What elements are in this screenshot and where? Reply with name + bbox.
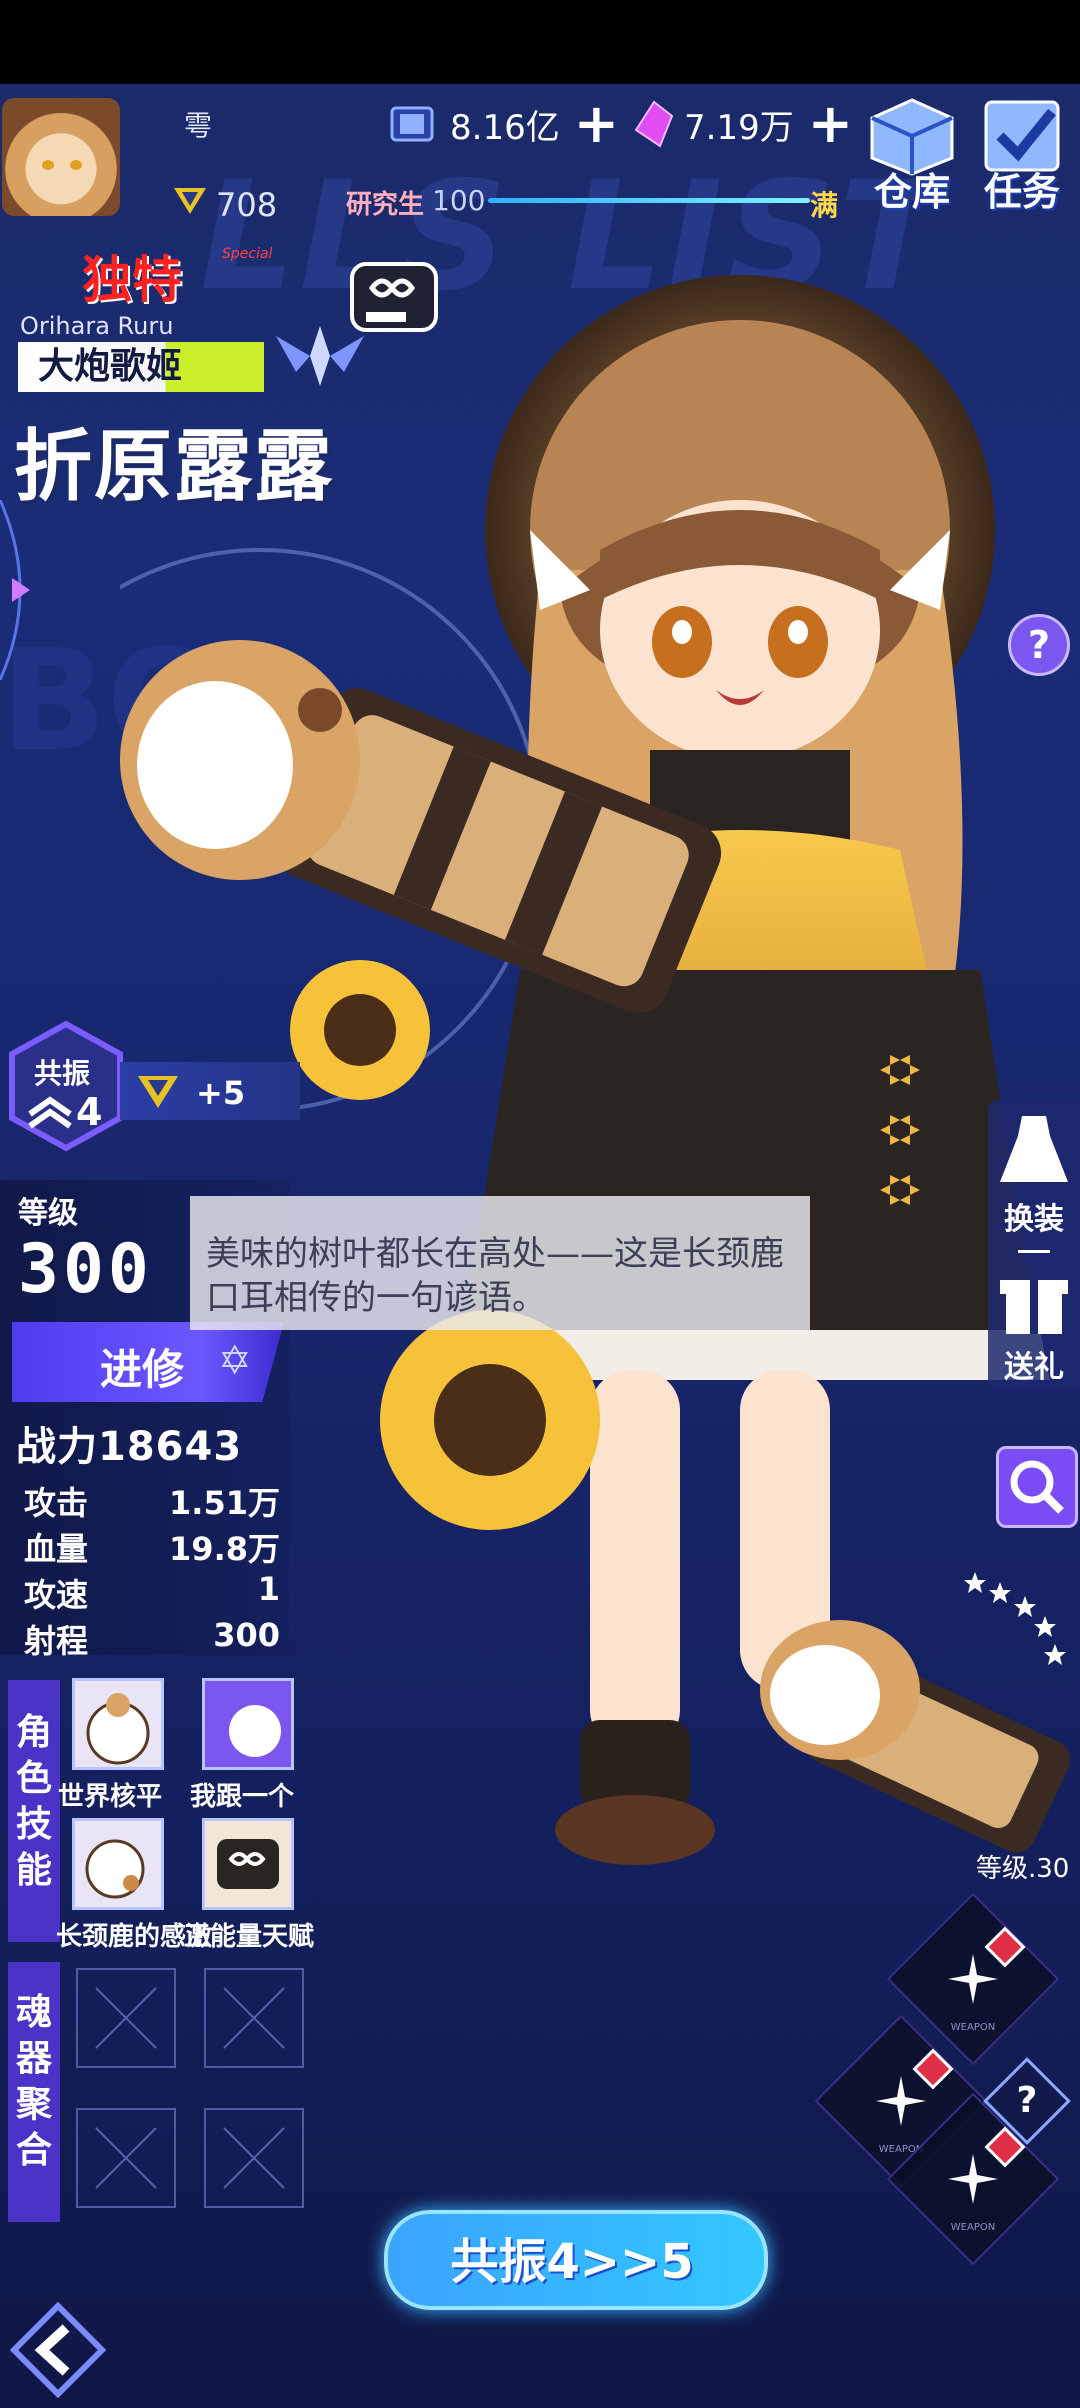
side-expand-arrow-icon[interactable] [0, 500, 40, 680]
power-value: 18643 [98, 1424, 243, 1470]
crystal-value: 7.19万 [684, 107, 794, 148]
player-level-icon [174, 188, 206, 214]
giraffe-dash-icon [205, 1681, 291, 1767]
stat-row-attack-speed: 攻速 1 [24, 1570, 280, 1614]
outfit-label: 换装 [1004, 1202, 1064, 1237]
skills-section-tab: 角色技能 [8, 1680, 60, 1942]
resonance-bonus-value: +5 [196, 1074, 246, 1112]
soul-section-tab: 魂器聚合 [8, 1962, 60, 2222]
crystal-icon [634, 100, 674, 148]
exp-max-label: 满 [810, 189, 839, 222]
skill-icon-1[interactable] [72, 1678, 164, 1770]
character-title-tag: 大炮歌姬 [18, 342, 264, 392]
search-icon [1010, 1460, 1064, 1514]
stat-row-hp: 血量 19.8万 [24, 1524, 280, 1568]
coin-stack-icon [390, 106, 434, 142]
level-chevron-icon [138, 1076, 178, 1108]
stars-decoration-icon [964, 1572, 1066, 1665]
player-nickname: 雩 [184, 109, 213, 142]
dialogue-text: 美味的树叶都长在高处——这是长颈鹿口耳相传的一句谚语。 [206, 1234, 784, 1318]
empty-slot-icon [95, 2127, 157, 2189]
weapon-slot-icon: WEAPON [948, 2126, 1026, 2233]
soul-slot-2[interactable] [204, 1968, 304, 2068]
gift-label: 送礼 [1004, 1350, 1064, 1385]
empty-slot-icon [223, 2127, 285, 2189]
back-arrow-icon[interactable] [8, 2300, 108, 2400]
player-level: 708 [216, 186, 278, 224]
coin-value: 8.16亿 [450, 107, 560, 148]
resonance-upgrade-label: 共振4>>5 [450, 2234, 694, 2290]
resonance-level: 4 [76, 1090, 103, 1134]
tasks-button[interactable]: 任务 [972, 96, 1072, 216]
weapon-slot-label: WEAPON [951, 2022, 995, 2033]
weapon-slot-label: WEAPON [951, 2222, 995, 2233]
warehouse-button[interactable]: 仓库 [862, 96, 962, 216]
combat-power: 战力18643 [16, 1414, 242, 1472]
skills-section-label: 角色技能 [15, 1712, 52, 1891]
divider [1018, 1250, 1050, 1253]
skill-name-2: 我跟一个 [190, 1782, 295, 1812]
pet-level-label: 等级.30 [976, 1854, 1070, 1884]
coin-resource: 8.16亿 + [386, 97, 619, 151]
add-coin-button[interactable]: + [574, 97, 619, 151]
stat-label: 攻击 [24, 1484, 89, 1522]
skill-icon-3[interactable] [72, 1818, 164, 1910]
status-bar [0, 0, 1080, 84]
crystal-resource: 7.19万 + [632, 97, 853, 151]
star-icon: ✡ [218, 1338, 252, 1384]
winged-class-icon [276, 326, 364, 386]
rarity-label: 独特 [82, 251, 182, 309]
soul-slot-3[interactable] [76, 2108, 176, 2208]
stat-label: 射程 [24, 1622, 89, 1660]
right-action-panel: 换装 送礼 [988, 1100, 1080, 1390]
gift-button[interactable]: 送礼 [988, 1262, 1080, 1392]
exp-rank-label: 研究生 [346, 190, 425, 220]
skill-icon-4[interactable] [202, 1818, 294, 1910]
stat-label: 血量 [24, 1530, 89, 1568]
tasks-label: 任务 [983, 170, 1060, 214]
help-button[interactable]: ? [1008, 614, 1070, 676]
stat-value: 1 [257, 1570, 280, 1608]
player-avatar[interactable] [2, 98, 120, 216]
stat-row-attack: 攻击 1.51万 [24, 1478, 280, 1522]
stat-value: 300 [213, 1616, 280, 1654]
infinity-battery-icon [205, 1821, 291, 1907]
stat-value: 1.51万 [169, 1484, 280, 1522]
character-english-name: Orihara Ruru [20, 312, 174, 340]
soul-section-label: 魂器聚合 [15, 1992, 52, 2171]
avatar-eye [42, 160, 54, 170]
stat-value: 19.8万 [169, 1530, 280, 1568]
weapon-slot-icon: WEAPON [948, 1926, 1026, 2033]
rarity-sub-label: Special [222, 246, 273, 262]
skill-name-1: 世界核平 [58, 1782, 163, 1812]
level-value: 300 [18, 1230, 153, 1309]
soul-slot-1[interactable] [76, 1968, 176, 2068]
giraffe-thanks-icon [85, 1839, 145, 1899]
character-name: 折原露露 [14, 422, 335, 512]
skill-name-4: 正能量天赋 [184, 1922, 315, 1952]
dress-icon [1000, 1116, 1068, 1182]
power-label: 战力 [16, 1424, 98, 1470]
level-label: 等级 [18, 1196, 78, 1231]
skill-icon-2[interactable] [202, 1678, 294, 1770]
stat-row-range: 射程 300 [24, 1616, 280, 1660]
search-button[interactable] [996, 1446, 1078, 1528]
gift-icon [1000, 1280, 1068, 1334]
weapon-help-label: ? [1016, 2080, 1038, 2121]
add-crystal-button[interactable]: + [808, 97, 853, 151]
warehouse-label: 仓库 [873, 170, 950, 214]
avatar-eye [70, 160, 82, 170]
stat-label: 攻速 [24, 1576, 89, 1614]
empty-slot-icon [95, 1987, 157, 2049]
resonance-label: 共振 [34, 1057, 91, 1090]
exp-value: 100 [432, 184, 486, 217]
exp-progress-bar [488, 198, 810, 203]
empty-slot-icon [223, 1987, 285, 2049]
advance-button-label: 进修 [100, 1345, 185, 1394]
soul-slot-4[interactable] [204, 2108, 304, 2208]
giraffe-nuke-icon [86, 1693, 150, 1765]
outfit-button[interactable]: 换装 [988, 1110, 1080, 1240]
